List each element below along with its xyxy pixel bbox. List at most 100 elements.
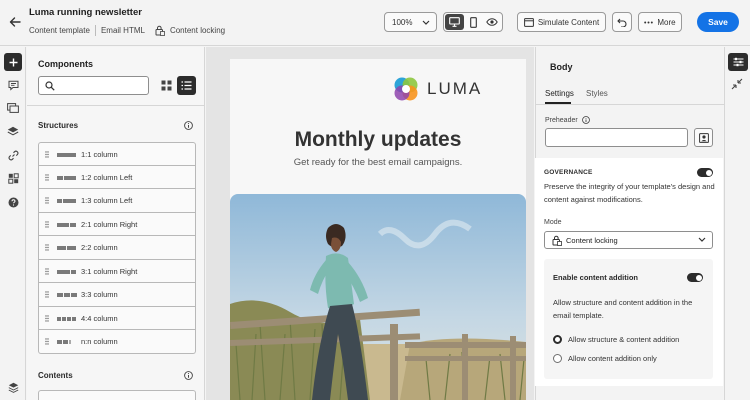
structure-item[interactable]: 2:1 column Right: [38, 212, 196, 236]
drag-handle-icon[interactable]: [45, 173, 49, 181]
governance-toggle[interactable]: [697, 168, 713, 177]
info-icon[interactable]: [184, 371, 193, 380]
drag-handle-icon[interactable]: [45, 220, 49, 228]
back-arrow-icon[interactable]: [8, 15, 22, 29]
radio-structure-content[interactable]: Allow structure & content addition: [553, 335, 679, 344]
column-glyph-icon: [57, 340, 71, 344]
template-type: Content template: [29, 26, 90, 35]
layers-icon[interactable]: [6, 124, 20, 138]
tab-settings[interactable]: Settings: [545, 89, 574, 98]
save-button[interactable]: Save: [697, 12, 739, 32]
list-view-button[interactable]: [177, 76, 196, 95]
desktop-view-button[interactable]: [445, 14, 464, 30]
undo-icon: [617, 18, 627, 27]
structure-label: 4:4 column: [81, 313, 118, 323]
assets-icon[interactable]: [6, 101, 20, 115]
radio-content-only[interactable]: Allow content addition only: [553, 354, 657, 363]
structure-item[interactable]: 1:3 column Left: [38, 189, 196, 213]
email-preview[interactable]: LUMA Monthly updates Get ready for the b…: [230, 59, 526, 400]
add-component-button[interactable]: [4, 53, 22, 71]
mode-value: Content locking: [566, 235, 618, 245]
divider: [94, 25, 96, 36]
radio-selected-icon: [553, 335, 562, 344]
column-glyph-icon: [57, 293, 77, 297]
layers-bottom-icon[interactable]: [6, 380, 20, 394]
email-headline: Monthly updates: [294, 128, 462, 151]
structure-list: 1:1 column 1:2 column Left 1:3 column Le…: [38, 142, 196, 354]
content-lock-icon: [552, 235, 562, 246]
luma-logo-icon: [394, 77, 418, 101]
preview-button[interactable]: [482, 14, 501, 30]
personalization-button[interactable]: [694, 128, 713, 147]
brand-name: LUMA: [427, 79, 483, 98]
column-glyph-icon: [57, 246, 76, 250]
grid-view-button[interactable]: [158, 77, 175, 94]
content-addition-title: Enable content addition: [553, 273, 639, 282]
drag-handle-icon[interactable]: [45, 197, 49, 204]
info-icon[interactable]: [184, 121, 193, 130]
mobile-view-button[interactable]: [464, 14, 483, 30]
structure-label: 2:2 column: [81, 243, 118, 252]
page-title: Luma running newsletter: [29, 7, 142, 18]
content-addition-box: Enable content addition Allow structure …: [544, 259, 713, 379]
comments-icon[interactable]: [6, 78, 20, 92]
help-icon[interactable]: [6, 195, 20, 209]
drag-handle-icon[interactable]: [45, 314, 49, 322]
column-glyph-icon: [57, 175, 76, 180]
column-glyph-icon: [57, 222, 76, 227]
structure-label: 1:3 column Left: [81, 196, 133, 205]
more-label: More: [657, 17, 676, 27]
zoom-value: 100%: [392, 17, 413, 27]
undo-button[interactable]: [612, 12, 632, 32]
content-addition-toggle[interactable]: [687, 273, 703, 282]
structure-item[interactable]: 1:1 column: [38, 142, 196, 166]
drag-handle-icon[interactable]: [45, 338, 49, 345]
content-addition-description: Allow structure and content addition in …: [553, 298, 693, 320]
structure-label: 1:2 column Left: [81, 172, 133, 182]
content-item[interactable]: [38, 390, 196, 400]
content-lock-icon: [155, 25, 165, 36]
structure-label: 1:1 column: [81, 150, 118, 159]
structure-item[interactable]: 4:4 column: [38, 306, 196, 330]
column-glyph-icon: [57, 316, 76, 321]
drag-handle-icon[interactable]: [45, 267, 49, 275]
simulate-content-button[interactable]: Simulate Content: [517, 12, 606, 32]
mode-select[interactable]: Content locking: [544, 231, 713, 249]
collapse-panel-icon[interactable]: [731, 78, 745, 92]
divider: [536, 104, 724, 105]
structure-item[interactable]: 3:1 column Right: [38, 259, 196, 283]
structure-item[interactable]: 3:3 column: [38, 283, 196, 307]
top-header: Luma running newsletter Content template…: [0, 0, 750, 46]
drag-handle-icon[interactable]: [45, 151, 49, 158]
structure-label: 3:3 column: [81, 290, 118, 299]
email-canvas: LUMA Monthly updates Get ready for the b…: [206, 47, 534, 400]
template-locking: Content locking: [169, 26, 226, 35]
structure-item[interactable]: n:n column: [38, 330, 196, 354]
link-icon[interactable]: [6, 148, 20, 162]
contents-heading: Contents: [38, 371, 73, 380]
hero-image[interactable]: [230, 194, 526, 400]
zoom-select[interactable]: 100%: [384, 12, 437, 32]
column-glyph-icon: [57, 269, 76, 274]
more-button[interactable]: More: [638, 12, 682, 32]
desktop-icon: [448, 17, 460, 27]
simulate-label: Simulate Content: [537, 17, 600, 27]
structure-item[interactable]: 1:2 column Left: [38, 165, 196, 189]
tab-styles[interactable]: Styles: [586, 89, 608, 98]
grid-icon: [161, 80, 172, 91]
fragments-icon[interactable]: [6, 171, 20, 185]
governance-section: GOVERNANCE Preserve the integrity of you…: [535, 158, 723, 386]
preheader-input[interactable]: [545, 128, 688, 147]
search-icon: [45, 81, 55, 91]
device-preview-group: [443, 12, 503, 32]
info-icon[interactable]: [581, 116, 590, 124]
email-subheadline: Get ready for the best email campaigns.: [293, 157, 463, 168]
eye-icon: [485, 18, 498, 26]
drag-handle-icon[interactable]: [45, 291, 49, 298]
properties-toggle-button[interactable]: [728, 53, 748, 71]
structure-item[interactable]: 2:2 column: [38, 236, 196, 260]
drag-handle-icon[interactable]: [45, 244, 49, 251]
plus-icon: [9, 58, 17, 66]
template-format: Email HTML: [100, 26, 145, 35]
search-input[interactable]: [38, 76, 149, 95]
